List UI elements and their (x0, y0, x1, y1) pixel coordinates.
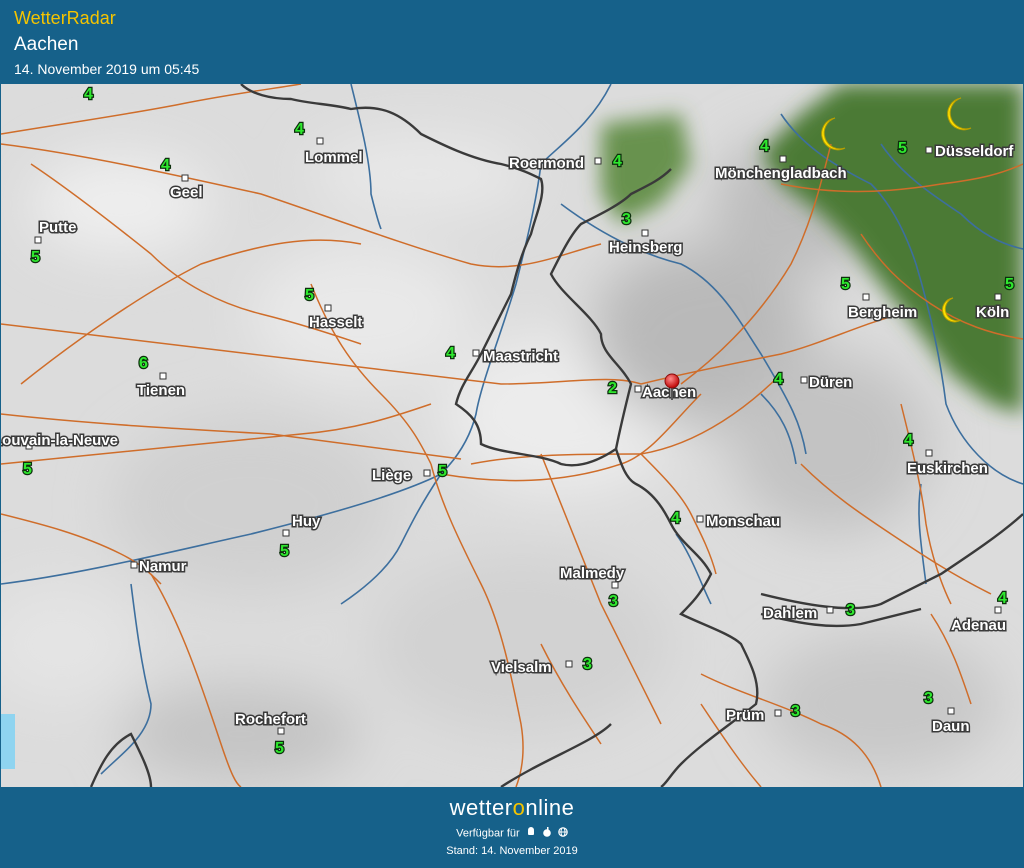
city-label: Liège (372, 467, 411, 484)
footer: wetteronline Verfügbar für Stand: 14. No… (0, 787, 1024, 868)
web-icon[interactable] (558, 827, 568, 840)
precip-value: 3 (791, 703, 800, 720)
precip-value: 3 (846, 602, 855, 619)
precip-value: 4 (671, 510, 680, 527)
available-label: Verfügbar für (456, 827, 520, 840)
city-label: Hasselt (309, 314, 362, 331)
city-label: Bergheim (848, 304, 917, 321)
brand-post: nline (525, 795, 575, 820)
city-label: Monschau (706, 513, 780, 530)
precip-value: 5 (438, 463, 447, 480)
city-label: Maastricht (483, 348, 558, 365)
precip-value: 5 (1005, 276, 1014, 293)
city-label: Adenau (951, 617, 1006, 634)
city-label: Euskirchen (907, 460, 988, 477)
precip-value: 4 (84, 86, 93, 103)
precip-value: 5 (305, 287, 314, 304)
city-label: Düsseldorf (935, 143, 1014, 160)
precip-value: 6 (139, 355, 148, 372)
precip-value: 4 (760, 138, 769, 155)
precip-value: 3 (583, 656, 592, 673)
city-label: Lommel (305, 149, 363, 166)
city-label: Malmedy (560, 565, 625, 582)
precip-value: 5 (275, 740, 284, 757)
precip-value: 3 (622, 211, 631, 228)
app-title: WetterRadar (14, 8, 116, 28)
precip-value: 4 (161, 157, 170, 174)
city-label: Heinsberg (609, 239, 682, 256)
city-label: Daun (932, 718, 970, 735)
city-label: Roermond (509, 155, 584, 172)
availability-line: Verfügbar für (0, 827, 1024, 840)
city-label: Rochefort (235, 711, 306, 728)
city-label: Köln (976, 304, 1009, 321)
brand-pre: wetter (449, 795, 513, 820)
header: WetterRadar Aachen 14. November 2019 um … (0, 0, 1024, 84)
precip-value: 4 (774, 371, 783, 388)
precip-value: 4 (613, 153, 622, 170)
android-icon[interactable] (526, 827, 536, 840)
city-label: Namur (139, 558, 187, 575)
precip-value: 5 (841, 276, 850, 293)
precip-value: 4 (295, 121, 304, 138)
precip-value: 5 (31, 249, 40, 266)
app-frame: WetterRadar Aachen 14. November 2019 um … (0, 0, 1024, 868)
lake (1, 714, 15, 769)
precip-value: 3 (924, 690, 933, 707)
city-label: Dahlem (763, 605, 817, 622)
stand-date: Stand: 14. November 2019 (446, 845, 578, 857)
city-label: Prüm (726, 707, 764, 724)
precip-value: 3 (609, 593, 618, 610)
city-label: Vielsalm (491, 659, 552, 676)
radar-map[interactable]: Lommel Geel Putte Hasselt Tienen Louvain… (1, 84, 1023, 787)
city-label: Putte (39, 219, 77, 236)
brand-logo[interactable]: wetteronline (0, 795, 1024, 821)
city-label: Düren (809, 374, 852, 391)
city-label: Tienen (137, 382, 185, 399)
precip-value: 2 (608, 380, 617, 397)
map-canvas[interactable]: Lommel Geel Putte Hasselt Tienen Louvain… (1, 84, 1023, 787)
brand-o: o (512, 795, 526, 820)
precip-value: 4 (446, 345, 455, 362)
precip-value: 4 (904, 432, 913, 449)
city-label: Geel (170, 184, 203, 201)
city-label: Huy (292, 513, 321, 530)
timestamp: 14. November 2019 um 05:45 (14, 61, 200, 77)
city-label: Louvain-la-Neuve (1, 432, 118, 449)
location-name: Aachen (14, 34, 79, 55)
city-label: Mönchengladbach (715, 165, 847, 182)
precip-value: 5 (23, 461, 32, 478)
precip-value: 5 (280, 543, 289, 560)
precip-value: 4 (998, 590, 1007, 607)
precip-value: 5 (898, 140, 907, 157)
apple-icon[interactable] (542, 827, 552, 840)
